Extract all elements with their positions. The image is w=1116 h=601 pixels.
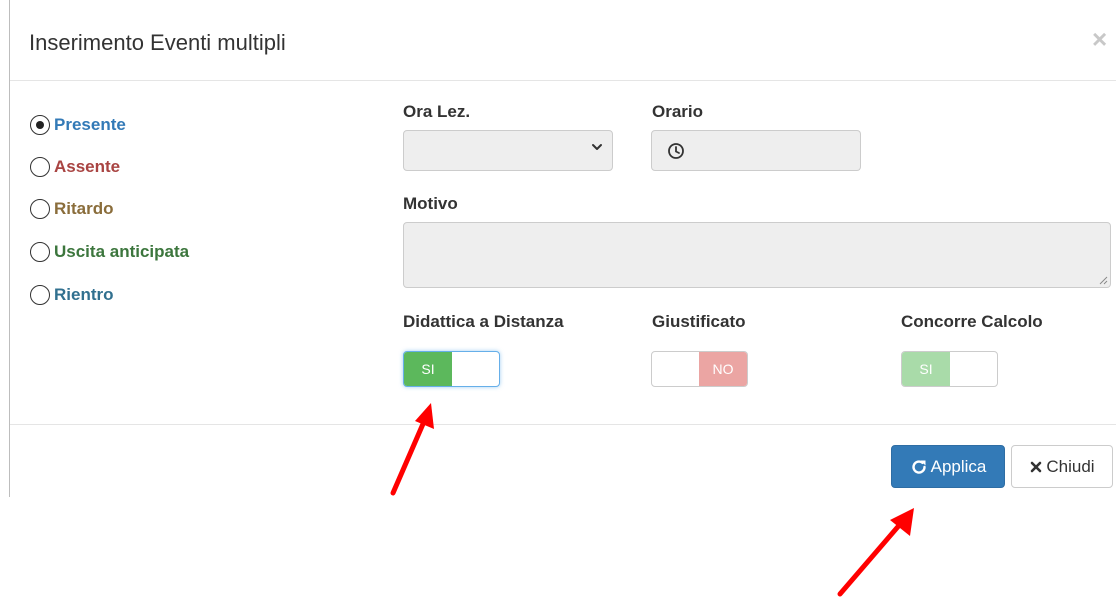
radio-button[interactable] [30,242,50,262]
apply-button[interactable]: Applica [891,445,1005,488]
didattica-label: Didattica a Distanza [403,312,564,331]
radio-option-uscita-anticipata[interactable]: Uscita anticipata [30,242,189,262]
toggle-on-label: SI [404,352,452,386]
left-panel-border [9,0,10,497]
radio-button[interactable] [30,285,50,305]
clock-addon [651,130,701,171]
radio-button[interactable] [30,115,50,135]
header-divider [10,80,1116,81]
radio-label: Ritardo [54,199,114,218]
toggle-off-label: NO [699,352,747,386]
radio-option-presente[interactable]: Presente [30,115,126,135]
resize-handle-icon[interactable] [1098,275,1108,285]
times-icon [1031,461,1042,472]
concorre-label: Concorre Calcolo [901,312,1043,331]
radio-label: Rientro [54,285,114,304]
radio-option-ritardo[interactable]: Ritardo [30,199,114,219]
motivo-label: Motivo [403,194,458,213]
concorre-toggle[interactable]: SI [901,351,998,387]
annotation-arrow-apply [837,508,914,597]
radio-option-assente[interactable]: Assente [30,157,120,177]
close-button[interactable]: Chiudi [1011,445,1113,488]
footer-divider [10,424,1116,425]
orario-input[interactable] [700,130,861,171]
chevron-down-icon [592,144,602,150]
clock-icon [668,142,684,159]
radio-label: Assente [54,157,121,176]
apply-button-label: Applica [930,456,987,476]
radio-label: Presente [54,115,126,134]
radio-button[interactable] [30,199,50,219]
radio-option-rientro[interactable]: Rientro [30,285,114,305]
radio-selected-dot [36,121,44,129]
giustificato-label: Giustificato [652,312,746,331]
orario-label: Orario [652,102,704,121]
radio-button[interactable] [30,157,50,177]
ora-lez-label: Ora Lez. [403,102,471,121]
radio-label: Uscita anticipata [54,242,190,261]
redo-icon [911,459,926,474]
motivo-textarea[interactable] [403,222,1111,288]
close-icon[interactable]: × [1092,24,1107,54]
giustificato-toggle[interactable]: NO [651,351,748,387]
annotation-arrow-toggle [390,403,434,496]
modal-title: Inserimento Eventi multipli [29,30,286,55]
close-button-label: Chiudi [1046,456,1095,476]
toggle-on-label: SI [902,352,950,386]
didattica-toggle[interactable]: SI [403,351,500,387]
ora-lez-select[interactable] [403,130,613,171]
